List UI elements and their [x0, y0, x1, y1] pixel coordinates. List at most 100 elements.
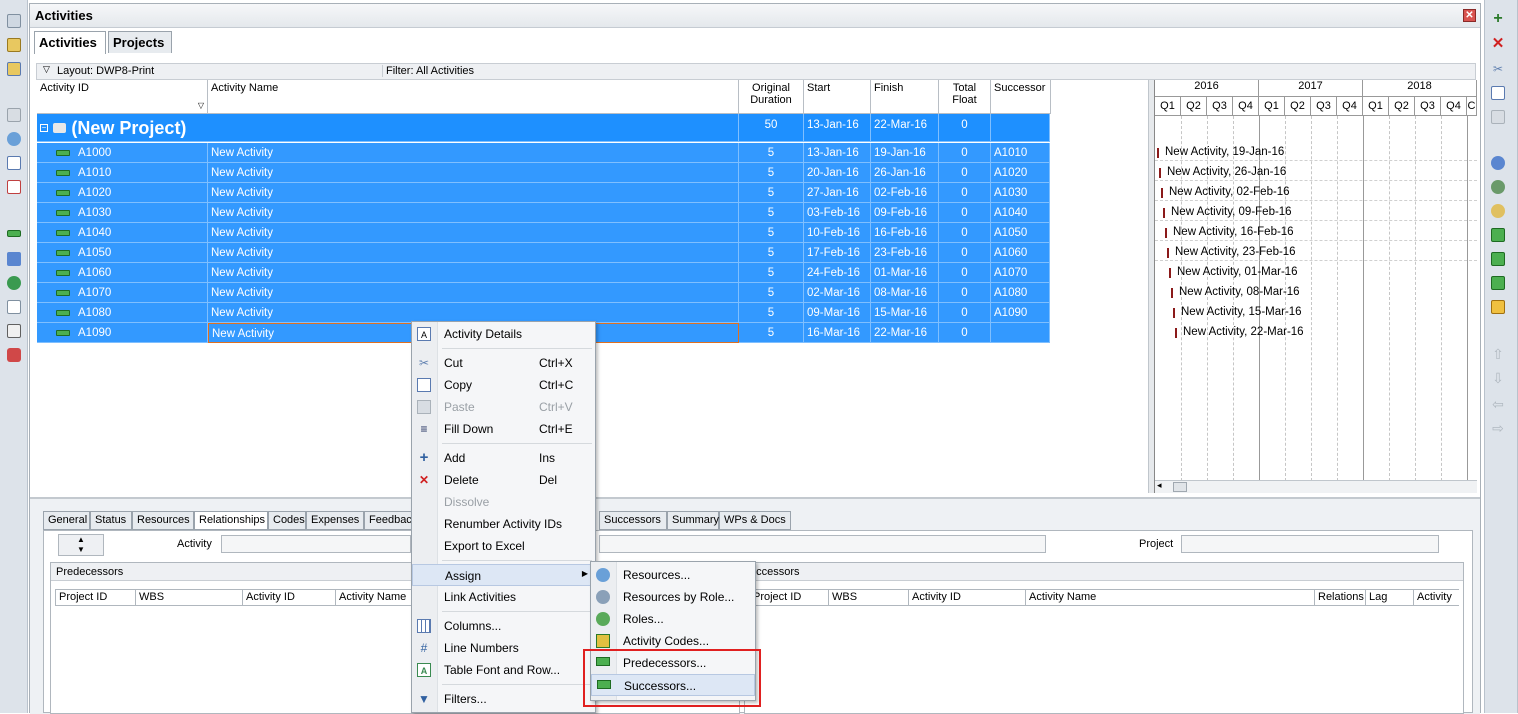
menu-activity-details[interactable]: A Activity Details — [412, 323, 595, 345]
col-successor[interactable]: Successor — [991, 80, 1051, 114]
cell-name[interactable]: New Activity — [208, 183, 739, 203]
cell-name[interactable]: New Activity — [208, 203, 739, 223]
gantt-bar[interactable] — [1163, 208, 1165, 218]
cell-name[interactable]: New Activity — [208, 163, 739, 183]
menu-export-excel[interactable]: Export to Excel — [412, 535, 595, 557]
scroll-left-icon[interactable]: ◂ — [1157, 480, 1162, 491]
detail-tab[interactable]: Status — [90, 511, 132, 530]
detail-tab[interactable]: Successors — [599, 511, 667, 530]
move-right-icon[interactable]: ⇨ — [1491, 420, 1505, 436]
cell-name[interactable]: New Activity — [208, 223, 739, 243]
tools-icon[interactable] — [7, 348, 21, 362]
paste-icon[interactable] — [1491, 110, 1505, 124]
menu-table-font[interactable]: A Table Font and Row... — [412, 659, 595, 681]
export-icon[interactable] — [7, 62, 21, 76]
menu-fill-down[interactable]: ≡ Fill Down Ctrl+E — [412, 418, 595, 440]
notebook-icon[interactable] — [1491, 300, 1505, 314]
close-icon[interactable]: ✕ — [1463, 9, 1476, 22]
column-header[interactable]: Activity ID — [909, 590, 1026, 605]
move-up-icon[interactable]: ⇧ — [1491, 346, 1505, 362]
menu-paste[interactable]: Paste Ctrl+V — [412, 396, 595, 418]
table-row[interactable]: A1000 New Activity 5 13-Jan-16 19-Jan-16 0 A10… — [37, 143, 1050, 163]
detail-tab[interactable]: Resources — [132, 511, 194, 530]
move-down-icon[interactable]: ⇩ — [1491, 370, 1505, 386]
menu-dissolve[interactable]: Dissolve — [412, 491, 595, 513]
menu-filters[interactable]: ▼ Filters... — [412, 688, 595, 710]
document-icon[interactable] — [7, 156, 21, 170]
page-icon[interactable] — [7, 300, 21, 314]
open-icon[interactable] — [7, 38, 21, 52]
report-icon[interactable] — [7, 180, 21, 194]
assign-code-icon[interactable] — [1491, 276, 1505, 290]
new-icon[interactable] — [7, 14, 21, 28]
detail-tab[interactable]: Feedbac — [364, 511, 414, 530]
gantt-bar[interactable] — [1169, 268, 1171, 278]
detail-tab[interactable]: General — [43, 511, 90, 530]
filter-label[interactable]: Filter: All Activities — [382, 65, 474, 77]
column-header[interactable]: Project ID — [750, 590, 829, 605]
tab-activities[interactable]: Activities — [34, 31, 106, 54]
table-row[interactable]: A1030 New Activity 5 03-Feb-16 09-Feb-16 0 A10… — [37, 203, 1050, 223]
table-row[interactable]: A1060 New Activity 5 24-Feb-16 01-Mar-16 0 A10… — [37, 263, 1050, 283]
gantt-bar[interactable] — [1157, 148, 1159, 158]
activity-field[interactable] — [221, 535, 411, 553]
column-header[interactable]: Activity — [1414, 590, 1464, 605]
gantt-chart[interactable]: 2016 2017 2018 Q1 Q2 Q3 Q4 Q1 Q2 Q3 Q4 Q1 Q2 Q3 Q4 C… — [1154, 80, 1477, 493]
menu-assign[interactable]: Assign ▶ — [412, 564, 595, 586]
calculator-icon[interactable] — [7, 324, 21, 338]
gantt-bar[interactable] — [1167, 248, 1169, 258]
column-header[interactable]: Lag — [1366, 590, 1414, 605]
gantt-bar[interactable] — [1171, 288, 1173, 298]
cell-name[interactable]: New Activity — [208, 303, 739, 323]
cell-name[interactable]: New Activity — [208, 283, 739, 303]
assign-predecessor-icon[interactable] — [1491, 228, 1505, 242]
activity-bar-icon[interactable] — [7, 230, 21, 237]
detail-tab[interactable]: Summary — [667, 511, 719, 530]
col-start[interactable]: Start — [804, 80, 871, 114]
cell-name[interactable]: New Activity — [208, 143, 739, 163]
submenu-resources-by-role[interactable]: Resources by Role... — [591, 586, 755, 608]
col-original-duration[interactable]: Original Duration — [739, 80, 804, 114]
scroll-thumb[interactable] — [1173, 482, 1187, 492]
column-header[interactable]: WBS — [136, 590, 243, 605]
col-finish[interactable]: Finish — [871, 80, 939, 114]
cut-icon[interactable]: ✂ — [1491, 62, 1505, 76]
table-row[interactable]: A1050 New Activity 5 17-Feb-16 23-Feb-16 0 A10… — [37, 243, 1050, 263]
submenu-roles[interactable]: Roles... — [591, 608, 755, 630]
column-header[interactable]: Activity Name — [1026, 590, 1315, 605]
menu-copy[interactable]: Copy Ctrl+C — [412, 374, 595, 396]
detail-tab[interactable]: Codes — [268, 511, 306, 530]
layout-label[interactable]: Layout: DWP8-Print — [57, 65, 154, 77]
project-row[interactable]: − (New Project) 50 13-Jan-16 22-Mar-16 0 — [37, 114, 1050, 142]
menu-columns[interactable]: Columns... — [412, 615, 595, 637]
table-row[interactable]: A1020 New Activity 5 27-Jan-16 02-Feb-16 0 A10… — [37, 183, 1050, 203]
wbs-icon[interactable] — [7, 252, 21, 266]
gantt-bar[interactable] — [1175, 328, 1177, 338]
column-header[interactable]: Relations — [1315, 590, 1366, 605]
detail-tab[interactable]: Expenses — [306, 511, 364, 530]
assign-roles-icon[interactable] — [1491, 180, 1505, 194]
col-activity-id[interactable]: Activity ID ▽ — [37, 80, 208, 114]
detail-tab[interactable]: WPs & Docs — [719, 511, 791, 530]
cell-name[interactable]: New Activity — [208, 243, 739, 263]
gantt-bar[interactable] — [1161, 188, 1163, 198]
user-icon[interactable] — [7, 132, 21, 146]
add-icon[interactable]: + — [1491, 11, 1505, 27]
resources-icon[interactable] — [7, 276, 21, 290]
gantt-bar[interactable] — [1173, 308, 1175, 318]
table-row[interactable]: A1080 New Activity 5 09-Mar-16 15-Mar-16 0 A10… — [37, 303, 1050, 323]
collapse-icon[interactable]: − — [40, 124, 48, 132]
folder-icon[interactable] — [7, 108, 21, 122]
tab-projects[interactable]: Projects — [108, 31, 172, 53]
menu-link-activities[interactable]: Link Activities — [412, 586, 595, 608]
column-header[interactable]: Project ID — [56, 590, 136, 605]
submenu-resources[interactable]: Resources... — [591, 564, 755, 586]
col-activity-name[interactable]: Activity Name — [208, 80, 739, 114]
assign-resources-icon[interactable] — [1491, 156, 1505, 170]
delete-icon[interactable]: ✕ — [1491, 36, 1505, 51]
move-left-icon[interactable]: ⇦ — [1491, 396, 1505, 412]
assign-role-icon[interactable] — [1491, 204, 1505, 218]
gantt-bar[interactable] — [1165, 228, 1167, 238]
col-total-float[interactable]: Total Float — [939, 80, 991, 114]
gantt-scrollbar[interactable]: ◂ — [1155, 480, 1477, 493]
